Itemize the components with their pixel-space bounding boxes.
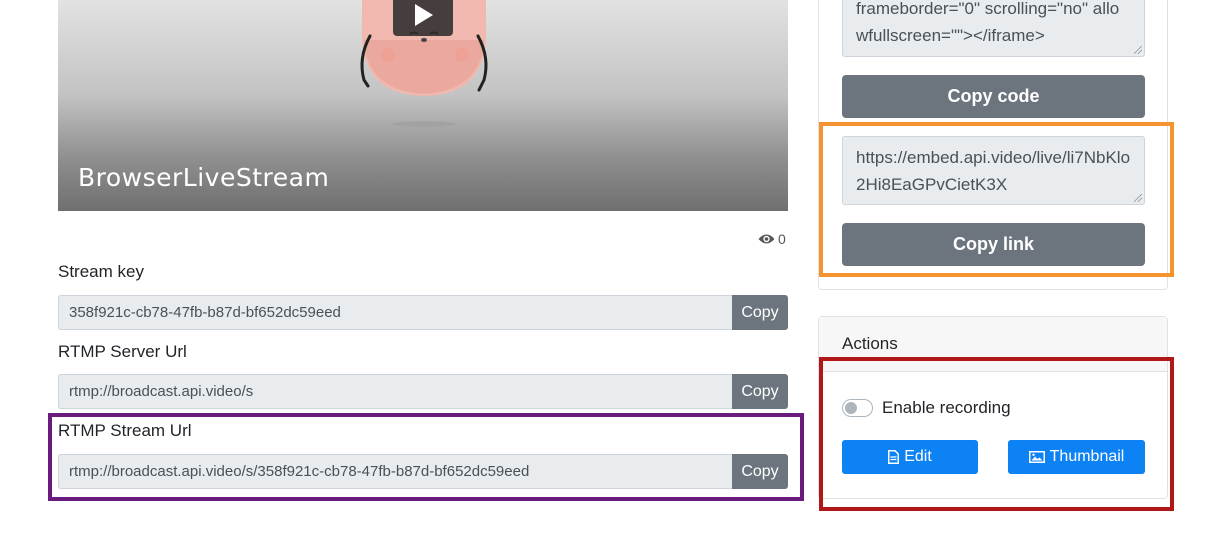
- rtmp-server-label: RTMP Server Url: [58, 342, 187, 361]
- resize-grip-icon[interactable]: [1134, 46, 1142, 54]
- copy-stream-key-button[interactable]: Copy: [732, 295, 788, 330]
- rtmp-server-group: rtmp://broadcast.api.video/s Copy: [58, 374, 788, 409]
- stream-key-group: 358f921c-cb78-47fb-b87d-bf652dc59eed Cop…: [58, 295, 788, 330]
- video-title: BrowserLiveStream: [78, 163, 330, 192]
- copy-rtmp-server-button[interactable]: Copy: [732, 374, 788, 409]
- copy-code-button[interactable]: Copy code: [842, 75, 1145, 118]
- embed-code-text: frameborder="0" scrolling="no" allowfull…: [856, 0, 1120, 45]
- play-button[interactable]: [393, 0, 453, 36]
- highlight-embed-link: [819, 122, 1174, 277]
- stream-key-field[interactable]: 358f921c-cb78-47fb-b87d-bf652dc59eed: [58, 295, 732, 330]
- embed-code-textarea[interactable]: frameborder="0" scrolling="no" allowfull…: [842, 0, 1145, 57]
- play-icon: [415, 4, 433, 26]
- highlight-rtmp-stream: [48, 413, 804, 501]
- viewer-count-value: 0: [778, 231, 786, 247]
- eye-icon: [758, 234, 775, 244]
- rtmp-server-field[interactable]: rtmp://broadcast.api.video/s: [58, 374, 732, 409]
- video-player[interactable]: BrowserLiveStream: [58, 0, 788, 211]
- highlight-actions: [819, 357, 1174, 511]
- viewer-count: 0: [758, 231, 786, 247]
- stream-key-label: Stream key: [58, 262, 144, 281]
